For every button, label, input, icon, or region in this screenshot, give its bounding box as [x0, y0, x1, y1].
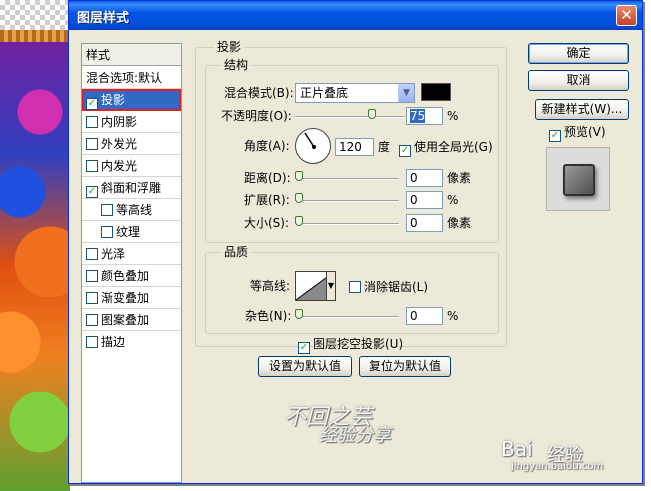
blend-mode-label: 混合模式(B): [224, 86, 294, 100]
angle-dial-hand [304, 132, 316, 149]
angle-dial[interactable] [295, 128, 331, 164]
checkbox-color-overlay[interactable] [86, 270, 98, 282]
style-item-pattern-overlay[interactable]: 图案叠加 [82, 309, 181, 331]
noise-unit: % [447, 309, 459, 323]
flower-image [0, 42, 70, 491]
styles-header: 样式 [82, 44, 181, 66]
style-item-blending-options[interactable]: 混合选项:默认 [82, 67, 181, 89]
styles-list: 样式 混合选项:默认 ✓ 投影 内阴影 外发光 内发光 ✓ 斜面和浮雕 等高线 纹理… [81, 43, 182, 483]
distance-slider-thumb[interactable] [295, 171, 303, 181]
layer-style-dialog: 图层样式 ✕ 样式 混合选项:默认 ✓ 投影 内阴影 外发光 内发光 ✓ 斜面和浮雕… [68, 0, 643, 484]
checkbox-pattern-overlay[interactable] [86, 314, 98, 326]
style-item-satin[interactable]: 光泽 [82, 243, 181, 265]
noise-slider[interactable] [295, 316, 399, 318]
style-item-color-overlay[interactable]: 颜色叠加 [82, 265, 181, 287]
size-slider-thumb[interactable] [295, 216, 303, 226]
size-input[interactable]: 0 [406, 214, 443, 232]
opacity-input[interactable]: 75 [406, 107, 443, 125]
ok-button[interactable]: 确定 [528, 43, 629, 64]
checkbox-inner-glow[interactable] [86, 160, 98, 172]
checkbox-contour[interactable] [101, 204, 113, 216]
blend-mode-select[interactable]: 正片叠底 ▼ [295, 83, 415, 103]
reset-default-button[interactable]: 复位为默认值 [359, 356, 451, 377]
baidu-logo-text: Bai [501, 437, 533, 461]
preview-square [563, 164, 595, 196]
opacity-slider-thumb[interactable] [368, 109, 376, 119]
checkbox-stroke[interactable] [86, 336, 98, 348]
checkbox-inner-shadow[interactable] [86, 116, 98, 128]
size-label: 大小(S): [244, 216, 290, 230]
checkbox-bevel-emboss[interactable]: ✓ [86, 186, 98, 198]
noise-slider-thumb[interactable] [295, 309, 303, 319]
style-item-inner-shadow[interactable]: 内阴影 [82, 111, 181, 133]
distance-slider[interactable] [295, 178, 399, 180]
distance-unit: 像素 [447, 171, 472, 185]
checkbox-satin[interactable] [86, 248, 98, 260]
spread-unit: % [447, 193, 459, 207]
knockout-checkbox[interactable]: ✓ 图层挖空投影(U) [298, 335, 403, 354]
angle-label: 角度(A): [244, 139, 290, 153]
spread-input[interactable]: 0 [406, 191, 443, 209]
noise-label: 杂色(N): [245, 309, 292, 323]
style-item-outer-glow[interactable]: 外发光 [82, 133, 181, 155]
opacity-unit: % [447, 109, 459, 123]
preview-check-icon: ✓ [549, 130, 561, 142]
style-preview-thumbnail [546, 147, 610, 211]
image-border-strip [0, 30, 70, 42]
dialog-title: 图层样式 [77, 11, 130, 26]
style-item-texture[interactable]: 纹理 [82, 221, 181, 243]
style-item-inner-glow[interactable]: 内发光 [82, 155, 181, 177]
style-item-gradient-overlay[interactable]: 渐变叠加 [82, 287, 181, 309]
angle-unit: 度 [378, 140, 391, 154]
noise-input[interactable]: 0 [406, 307, 443, 325]
global-light-checkbox[interactable]: ✓ 使用全局光(G) [399, 138, 493, 157]
style-item-contour[interactable]: 等高线 [82, 199, 181, 221]
watermark-text-line2: 经验分享 [319, 425, 391, 446]
spread-slider[interactable] [295, 200, 399, 202]
style-item-drop-shadow[interactable]: ✓ 投影 [82, 89, 181, 111]
chevron-down-icon: ▼ [398, 84, 414, 102]
title-bar: 图层样式 ✕ [69, 1, 642, 30]
spread-slider-thumb[interactable] [295, 193, 303, 203]
opacity-label: 不透明度(O): [221, 109, 292, 123]
global-light-check-icon: ✓ [399, 145, 411, 157]
preview-checkbox[interactable]: ✓ 预览(V) [549, 123, 606, 142]
style-item-stroke[interactable]: 描边 [82, 331, 181, 353]
anti-alias-checkbox[interactable]: 消除锯齿(L) [349, 278, 428, 296]
distance-input[interactable]: 0 [406, 169, 443, 187]
size-slider[interactable] [295, 223, 399, 225]
opacity-slider[interactable] [295, 116, 405, 118]
checkbox-texture[interactable] [101, 226, 113, 238]
checkbox-gradient-overlay[interactable] [86, 292, 98, 304]
cancel-button[interactable]: 取消 [528, 70, 629, 91]
distance-label: 距离(D): [244, 171, 291, 185]
size-unit: 像素 [447, 216, 472, 230]
contour-dropdown-icon[interactable]: ▼ [326, 271, 336, 301]
set-default-button[interactable]: 设置为默认值 [258, 356, 352, 377]
drop-shadow-title: 投影 [214, 40, 245, 54]
angle-input[interactable]: 120 [335, 138, 374, 156]
structure-title: 结构 [221, 58, 252, 72]
anti-alias-check-icon [349, 281, 361, 293]
baidu-url-text: jingyan.baidu.com [511, 461, 604, 472]
style-item-bevel-emboss[interactable]: ✓ 斜面和浮雕 [82, 177, 181, 199]
new-style-button[interactable]: 新建样式(W)... [535, 99, 629, 120]
close-icon[interactable]: ✕ [616, 5, 637, 26]
knockout-check-icon: ✓ [298, 342, 310, 354]
quality-title: 品质 [221, 245, 252, 259]
checkbox-drop-shadow[interactable]: ✓ [86, 98, 98, 110]
spread-label: 扩展(R): [244, 193, 290, 207]
contour-label: 等高线: [250, 279, 291, 293]
checkbox-outer-glow[interactable] [86, 138, 98, 150]
blend-color-swatch[interactable] [421, 83, 451, 101]
transparency-checkerboard [0, 0, 70, 30]
